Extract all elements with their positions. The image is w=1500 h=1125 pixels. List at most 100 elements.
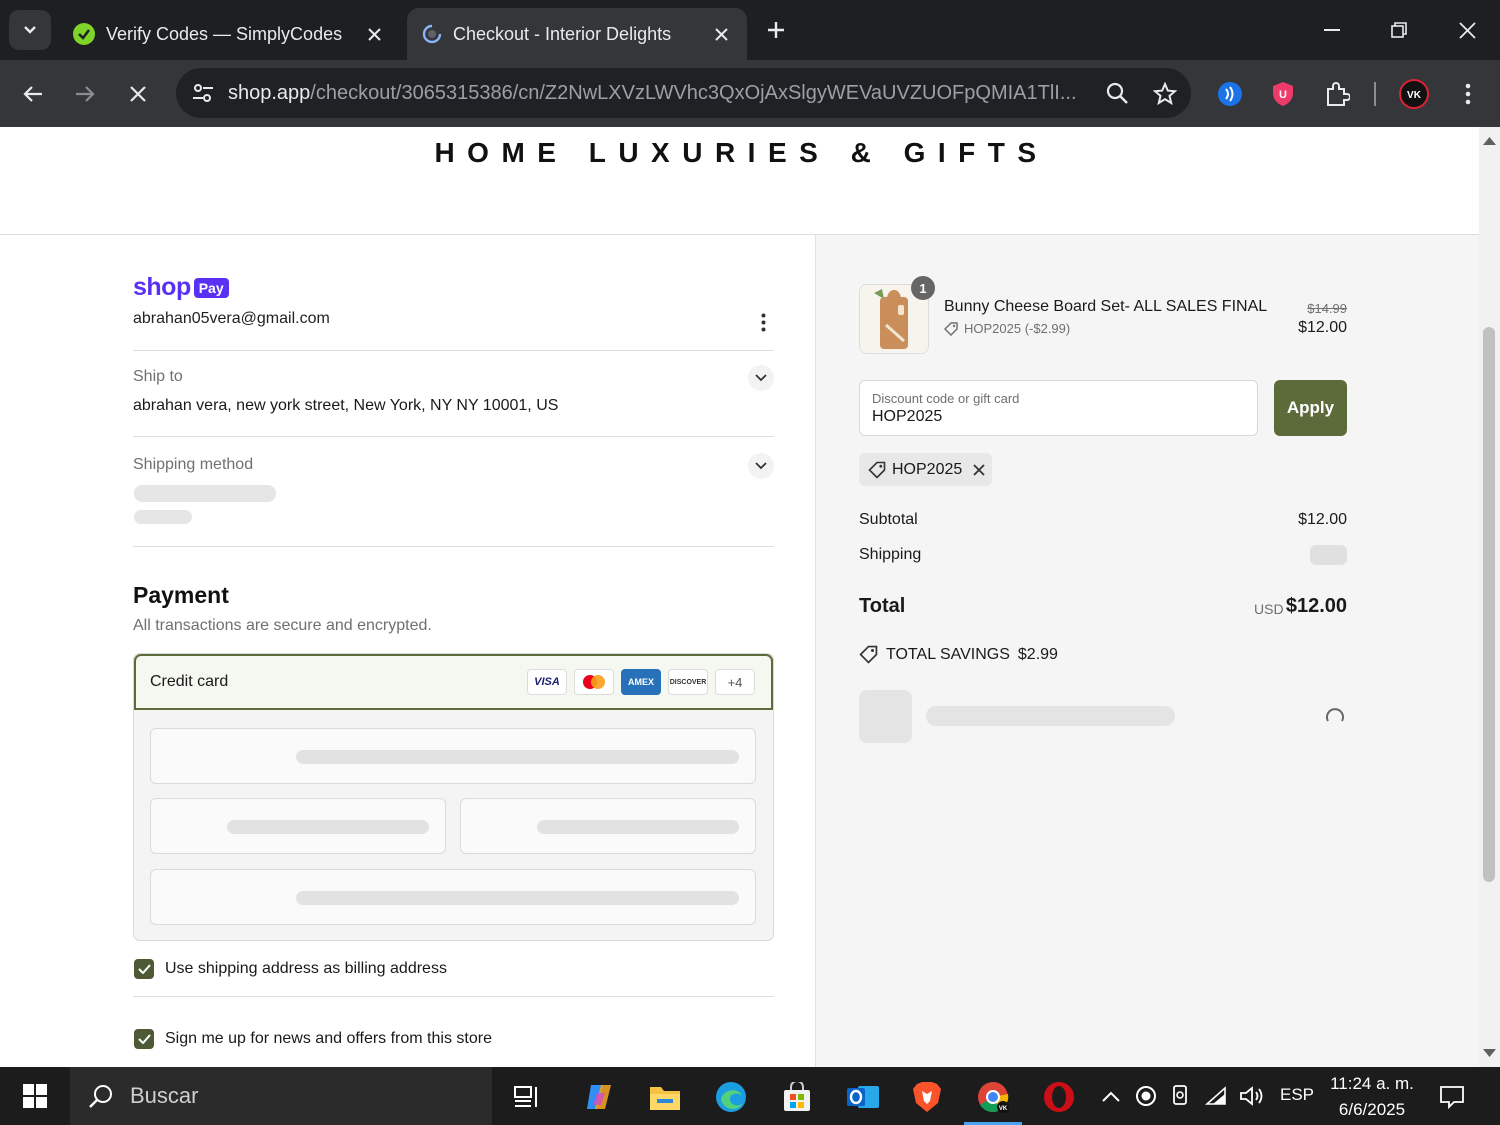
extensions-puzzle-icon[interactable]: [1317, 74, 1357, 114]
subtotal-label: Subtotal: [859, 511, 918, 528]
close-tab-icon[interactable]: [709, 22, 733, 46]
address-bar[interactable]: shop.app/checkout/3065315386/cn/Z2NwLXVz…: [176, 68, 1191, 118]
folder-icon: [650, 1087, 680, 1110]
microsoft-store-app[interactable]: [768, 1072, 826, 1122]
file-explorer-app[interactable]: [636, 1072, 694, 1122]
edge-app[interactable]: [702, 1072, 760, 1122]
product-discount-text: HOP2025 (-$2.99): [964, 321, 1071, 336]
task-view-button[interactable]: [498, 1072, 556, 1122]
product-name: Bunny Cheese Board Set- ALL SALES FINAL: [944, 298, 1268, 315]
payment-heading: Payment: [133, 582, 229, 608]
ship-to-expand-button[interactable]: [748, 365, 774, 391]
extension-waves-icon[interactable]: [1210, 74, 1250, 114]
loading-item-skeleton: [859, 690, 912, 743]
newsletter-checkbox[interactable]: [134, 1029, 154, 1049]
tab-title: Verify Codes — SimplyCodes: [106, 23, 343, 44]
checkout-form-column: shop Pay abrahan05vera@gmail.com Ship to…: [0, 235, 816, 1067]
url-text: shop.app/checkout/3065315386/cn/Z2NwLXVz…: [228, 82, 1095, 105]
quantity-badge: 1: [911, 276, 935, 300]
brave-app[interactable]: [898, 1072, 956, 1122]
new-tab-button[interactable]: [760, 14, 792, 46]
close-tab-icon[interactable]: [362, 22, 386, 46]
mastercard-card-icon: [574, 669, 614, 695]
back-button[interactable]: [13, 74, 53, 114]
billing-address-checkbox-label: Use shipping address as billing address: [165, 960, 447, 977]
notification-center-button[interactable]: [1436, 1081, 1468, 1113]
taskbar-search-box[interactable]: Buscar: [70, 1067, 492, 1125]
volume-tray-icon[interactable]: [1237, 1079, 1267, 1113]
shipping-method-skeleton: [134, 485, 276, 502]
credit-card-label: Credit card: [150, 673, 229, 690]
tab-simplycodes[interactable]: Verify Codes — SimplyCodes: [58, 8, 400, 60]
wifi-tray-icon[interactable]: [1202, 1079, 1232, 1113]
search-icon: [86, 1081, 116, 1111]
meet-now-tray-icon[interactable]: [1166, 1079, 1196, 1113]
total-value: $12.00: [1285, 595, 1347, 617]
start-button[interactable]: [0, 1067, 70, 1125]
billing-address-checkbox-row[interactable]: Use shipping address as billing address: [134, 959, 447, 979]
windows-logo-icon: [23, 1084, 47, 1108]
scrollbar-thumb[interactable]: [1483, 327, 1495, 882]
apply-discount-button[interactable]: Apply: [1274, 380, 1347, 436]
more-vertical-icon: [761, 313, 765, 331]
copilot-icon: [587, 1085, 611, 1109]
account-menu-button[interactable]: [752, 310, 774, 334]
payment-subtitle: All transactions are secure and encrypte…: [133, 617, 432, 634]
windows-taskbar: Buscar VK ESP 11:24 a. m. 6/6/2025: [0, 1067, 1500, 1125]
clock-time: 11:24 a. m.: [1330, 1074, 1414, 1093]
browser-menu-icon[interactable]: [1448, 74, 1488, 114]
record-tray-icon[interactable]: [1131, 1079, 1161, 1113]
outlook-app[interactable]: [834, 1072, 892, 1122]
stop-loading-button[interactable]: [118, 74, 158, 114]
restore-window-button[interactable]: [1379, 12, 1419, 48]
chevron-up-icon: [1102, 1091, 1120, 1102]
billing-address-checkbox[interactable]: [134, 959, 154, 979]
credit-card-option[interactable]: Credit card VISA AMEX DISCOVER +4: [134, 654, 773, 710]
svg-text:VK: VK: [999, 1106, 1008, 1112]
zoom-search-icon[interactable]: [1095, 71, 1139, 115]
input-language-indicator[interactable]: ESP: [1280, 1085, 1314, 1105]
opera-app[interactable]: [1030, 1072, 1088, 1122]
minimize-window-button[interactable]: [1312, 12, 1352, 48]
page-scrollbar[interactable]: [1479, 127, 1500, 1067]
scroll-up-arrow-icon[interactable]: [1483, 135, 1496, 145]
newsletter-checkbox-row[interactable]: Sign me up for news and offers from this…: [134, 1029, 492, 1049]
discount-code-field[interactable]: Discount code or gift card HOP2025: [859, 380, 1258, 436]
opera-icon: [1044, 1082, 1074, 1112]
bookmark-star-icon[interactable]: [1143, 71, 1187, 115]
chrome-app[interactable]: VK: [964, 1072, 1022, 1125]
scroll-down-arrow-icon[interactable]: [1483, 1049, 1496, 1059]
taskbar-clock[interactable]: 11:24 a. m. 6/6/2025: [1326, 1071, 1418, 1123]
extension-shield-icon[interactable]: U: [1263, 74, 1303, 114]
store-logo-text[interactable]: HOME LUXURIES & GIFTS: [0, 137, 1479, 169]
newsletter-checkbox-label: Sign me up for news and offers from this…: [165, 1030, 492, 1047]
simplycodes-favicon-icon: [73, 23, 95, 45]
applied-discount-chip: HOP2025: [859, 453, 992, 486]
remove-discount-icon[interactable]: [972, 463, 986, 477]
loading-spinner-icon: [422, 24, 442, 44]
total-label: Total: [859, 595, 906, 617]
copilot-app[interactable]: [570, 1072, 628, 1122]
show-hidden-icons-button[interactable]: [1096, 1079, 1126, 1113]
store-header: HOME LUXURIES & GIFTS: [0, 127, 1479, 235]
tab-search-dropdown-button[interactable]: [9, 10, 51, 50]
loading-item-skeleton: [926, 706, 1175, 726]
site-settings-icon[interactable]: [178, 68, 228, 118]
shipping-method-expand-button[interactable]: [748, 453, 774, 479]
close-window-button[interactable]: [1447, 12, 1487, 48]
amex-card-icon: AMEX: [621, 669, 661, 695]
tag-icon: [859, 645, 878, 664]
taskbar-search-placeholder: Buscar: [130, 1083, 199, 1108]
svg-text:U: U: [1279, 89, 1287, 101]
profile-avatar-icon[interactable]: VK: [1394, 74, 1434, 114]
applied-discount-code: HOP2025: [892, 460, 963, 478]
product-original-price: $14.99: [1307, 301, 1347, 316]
forward-button[interactable]: [65, 74, 105, 114]
account-email: abrahan05vera@gmail.com: [133, 310, 330, 327]
tab-checkout[interactable]: Checkout - Interior Delights: [407, 8, 747, 60]
tag-icon: [944, 321, 958, 336]
ship-to-address: abrahan vera, new york street, New York,…: [133, 397, 559, 414]
ship-to-label: Ship to: [133, 368, 183, 385]
svg-text:VK: VK: [1407, 90, 1422, 101]
browser-toolbar: shop.app/checkout/3065315386/cn/Z2NwLXVz…: [0, 60, 1500, 127]
